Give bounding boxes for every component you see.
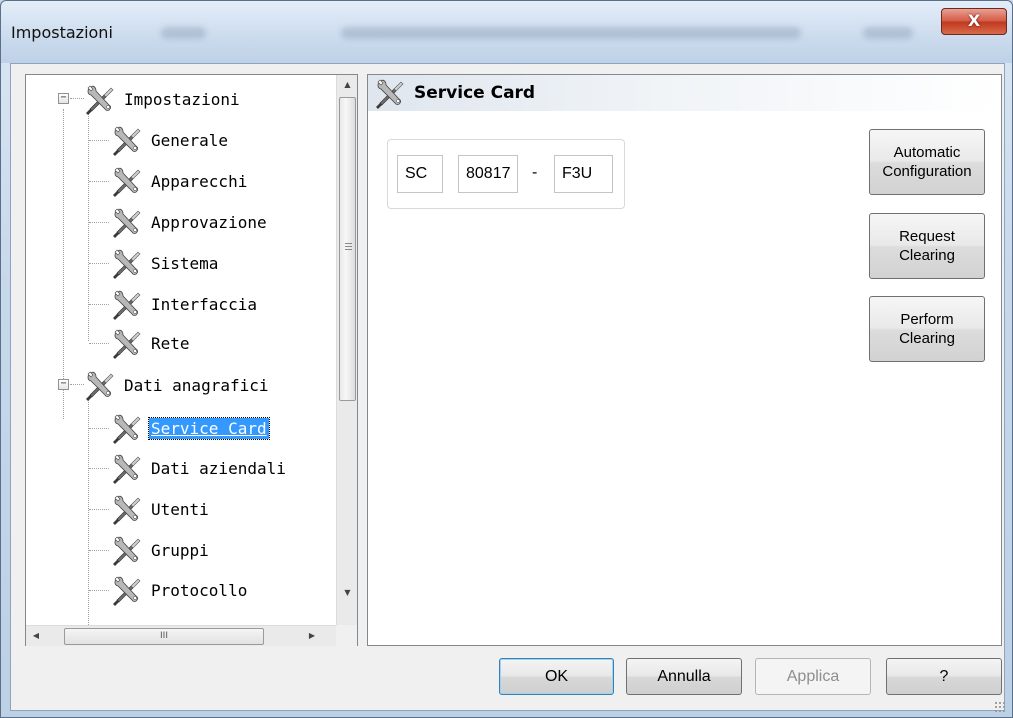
tools-icon — [109, 163, 145, 199]
tools-icon — [109, 204, 145, 240]
service-card-panel: Service Card SC 80817 - F3U Automatic Co… — [367, 74, 1002, 646]
tree-item-service-card[interactable]: Service Card — [109, 409, 270, 447]
tree-connector — [89, 222, 109, 223]
scroll-right-arrow-icon[interactable]: ▶ — [302, 626, 322, 646]
tree-horizontal-scrollbar[interactable]: ◀ III ▶ — [26, 625, 336, 646]
tree-item-label: Dati anagrafici — [124, 375, 269, 395]
tree-connector — [89, 263, 109, 264]
thumb-grip — [345, 243, 352, 244]
tree-item-generale[interactable]: Generale — [109, 121, 230, 159]
thumb-grip — [345, 249, 352, 250]
tree-connector — [89, 343, 109, 344]
tools-icon — [109, 572, 145, 608]
panel-title: Service Card — [414, 83, 536, 103]
close-button[interactable]: X — [941, 8, 1007, 35]
tools-icon — [109, 450, 145, 486]
tools-icon — [109, 122, 145, 158]
tree-connector — [89, 181, 109, 182]
tree-item-dati-aziendali[interactable]: Dati aziendali — [109, 449, 288, 487]
title-bar[interactable]: Impostazioni X — [1, 1, 1012, 63]
perform-clearing-button[interactable]: Perform Clearing — [869, 296, 985, 362]
cancel-button[interactable]: Annulla — [626, 658, 742, 695]
tree-connector — [89, 140, 109, 141]
tree-item-label: Generale — [151, 130, 229, 150]
scroll-up-arrow-icon[interactable]: ▲ — [337, 75, 358, 95]
tree-item-impostazioni[interactable]: Impostazioni — [82, 80, 242, 118]
horizontal-scroll-thumb[interactable]: III — [64, 628, 264, 645]
code-separator: - — [532, 164, 538, 181]
ok-button[interactable]: OK — [499, 658, 614, 695]
scroll-left-arrow-icon[interactable]: ◀ — [26, 626, 46, 646]
tools-icon — [109, 245, 145, 281]
tree-item-label: Service Card — [148, 416, 270, 440]
tree-item-rete[interactable]: Rete — [109, 324, 192, 362]
settings-tree[interactable]: − Impostazioni Generale Apparecchi Appro… — [25, 74, 358, 646]
vertical-scroll-thumb[interactable] — [339, 97, 356, 401]
collapse-toggle[interactable]: − — [58, 379, 69, 390]
scroll-down-arrow-icon[interactable]: ▼ — [337, 583, 358, 603]
tree-item-interfaccia[interactable]: Interfaccia — [109, 285, 259, 323]
tree-item-label: Protocollo — [151, 580, 248, 600]
tools-icon — [109, 325, 145, 361]
apply-button[interactable]: Applica — [755, 658, 871, 695]
tree-item-protocollo[interactable]: Protocollo — [109, 571, 249, 609]
blurred-title-text — [863, 27, 913, 39]
tree-item-label: Sistema — [151, 253, 219, 273]
tree-item-label: Dati aziendali — [151, 458, 286, 478]
tree-connector — [89, 468, 109, 469]
tree-item-label: Rete — [151, 333, 190, 353]
tree-item-sistema[interactable]: Sistema — [109, 244, 220, 282]
tree-item-approvazione[interactable]: Approvazione — [109, 203, 269, 241]
tree-connector — [63, 109, 64, 419]
tree-connector — [89, 590, 109, 591]
code-suffix-field[interactable]: F3U — [554, 155, 613, 193]
tools-icon — [109, 491, 145, 527]
tree-item-label: Utenti — [151, 499, 209, 519]
tree-connector — [89, 550, 109, 551]
resize-grip[interactable] — [994, 701, 1006, 713]
automatic-configuration-button[interactable]: Automatic Configuration — [869, 129, 985, 195]
tools-icon — [82, 81, 118, 117]
tree-item-label: Approvazione — [151, 212, 267, 232]
tree-connector — [88, 111, 89, 341]
tree-connector — [89, 509, 109, 510]
tools-icon — [372, 75, 408, 111]
tree-item-label: Impostazioni — [124, 89, 240, 109]
blurred-title-text — [341, 27, 801, 39]
scrollbar-corner — [336, 625, 357, 646]
tree-item-dati-anagrafici[interactable]: Dati anagrafici — [82, 366, 271, 404]
tree-item-apparecchi[interactable]: Apparecchi — [109, 162, 249, 200]
tools-icon — [109, 410, 145, 446]
tree-item-label: Interfaccia — [151, 294, 257, 314]
blurred-title-text — [161, 27, 206, 39]
settings-window: Impostazioni X − Impostazioni Generale A… — [0, 0, 1013, 718]
tools-icon — [109, 286, 145, 322]
tree-viewport: − Impostazioni Generale Apparecchi Appro… — [26, 75, 337, 625]
code-prefix-field[interactable]: SC — [397, 155, 443, 193]
code-number-field[interactable]: 80817 — [458, 155, 518, 193]
thumb-grip — [345, 246, 352, 247]
tools-icon — [109, 532, 145, 568]
panel-header: Service Card — [368, 75, 1001, 111]
tools-icon — [82, 367, 118, 403]
tree-item-gruppi[interactable]: Gruppi — [109, 531, 211, 569]
tree-vertical-scrollbar[interactable]: ▲ ▼ — [336, 75, 357, 625]
window-title: Impostazioni — [11, 23, 113, 42]
tree-connector — [89, 428, 109, 429]
help-button[interactable]: ? — [886, 658, 1002, 695]
request-clearing-button[interactable]: Request Clearing — [869, 213, 985, 279]
tree-item-utenti[interactable]: Utenti — [109, 490, 211, 528]
tree-item-label: Apparecchi — [151, 171, 248, 191]
collapse-toggle[interactable]: − — [58, 93, 69, 104]
tree-connector — [89, 304, 109, 305]
service-card-code-group: SC 80817 - F3U — [387, 139, 625, 209]
tree-item-label: Gruppi — [151, 540, 209, 560]
